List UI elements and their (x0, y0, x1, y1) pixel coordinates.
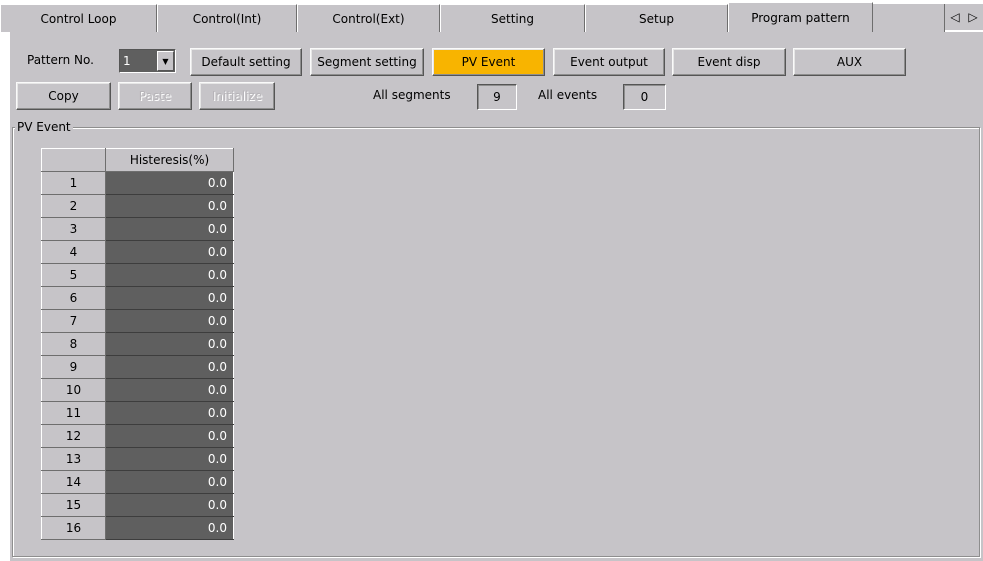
triangle-right-icon[interactable]: ▷ (965, 8, 981, 26)
histeresis-value-cell[interactable]: 0.0 (105, 217, 234, 241)
paste-label: Paste (138, 89, 172, 103)
all-segments-label: All segments (373, 88, 451, 102)
event-disp-button[interactable]: Event disp (672, 48, 786, 76)
row-number: 8 (41, 332, 106, 356)
histeresis-value-cell[interactable]: 0.0 (105, 240, 234, 264)
tab-control-int[interactable]: Control(Int) (157, 4, 297, 32)
segment-setting-button[interactable]: Segment setting (310, 48, 424, 76)
histeresis-value-cell[interactable]: 0.0 (105, 309, 234, 333)
histeresis-value-cell[interactable]: 0.0 (105, 470, 234, 494)
row-number: 6 (41, 286, 106, 310)
initialize-button[interactable]: Initialize (199, 82, 275, 110)
histeresis-value-cell[interactable]: 0.0 (105, 286, 234, 310)
row-number: 16 (41, 516, 106, 540)
histeresis-value-cell[interactable]: 0.0 (105, 171, 234, 195)
triangle-left-icon[interactable]: ◁ (947, 8, 963, 26)
histeresis-value-cell[interactable]: 0.0 (105, 263, 234, 287)
pattern-no-select[interactable]: 1 ▼ (119, 49, 176, 73)
row-number: 7 (41, 309, 106, 333)
pattern-no-value: 1 (123, 54, 131, 68)
histeresis-table: Histeresis(%) 1 0.0 2 0.0 3 0.0 4 0.0 5 0.0 6 0.0 7 0… (41, 148, 234, 540)
row-number: 3 (41, 217, 106, 241)
tab-setup[interactable]: Setup (585, 4, 728, 32)
chevron-down-icon[interactable]: ▼ (157, 51, 174, 71)
tab-strip-filler (873, 4, 945, 32)
all-events-label: All events (538, 88, 598, 102)
histeresis-table-body: 1 0.0 2 0.0 3 0.0 4 0.0 5 0.0 6 0.0 7 0.0 8 0.0 9 0.0 10 0.… (41, 171, 234, 540)
table-row: 12 0.0 (41, 424, 234, 448)
copy-button[interactable]: Copy (16, 82, 111, 110)
histeresis-value-cell[interactable]: 0.0 (105, 447, 234, 471)
paste-button[interactable]: Paste (118, 82, 192, 110)
tab-control-ext[interactable]: Control(Ext) (297, 4, 440, 32)
event-output-button[interactable]: Event output (553, 48, 665, 76)
initialize-label: Initialize (211, 89, 263, 103)
row-number: 10 (41, 378, 106, 402)
table-corner (41, 148, 106, 172)
all-events-value: 0 (623, 84, 666, 110)
row-number: 4 (41, 240, 106, 264)
table-row: 1 0.0 (41, 171, 234, 195)
row-number: 5 (41, 263, 106, 287)
table-row: 14 0.0 (41, 470, 234, 494)
row-number: 2 (41, 194, 106, 218)
pv-event-group: PV Event Histeresis(%) 1 0.0 2 0.0 3 0.0 4 0.0 5… (12, 120, 980, 557)
aux-button[interactable]: AUX (793, 48, 906, 76)
table-row: 3 0.0 (41, 217, 234, 241)
histeresis-value-cell[interactable]: 0.0 (105, 332, 234, 356)
tab-program-pattern[interactable]: Program pattern (728, 2, 873, 32)
row-number: 1 (41, 171, 106, 195)
table-row: 7 0.0 (41, 309, 234, 333)
row-number: 15 (41, 493, 106, 517)
row-number: 14 (41, 470, 106, 494)
row-number: 13 (41, 447, 106, 471)
table-row: 5 0.0 (41, 263, 234, 287)
table-row: 10 0.0 (41, 378, 234, 402)
pv-event-group-title: PV Event (15, 120, 73, 134)
table-row: 15 0.0 (41, 493, 234, 517)
table-row: 9 0.0 (41, 355, 234, 379)
table-row: 16 0.0 (41, 516, 234, 540)
tab-control-loop[interactable]: Control Loop (0, 4, 157, 32)
default-setting-button[interactable]: Default setting (190, 48, 302, 76)
histeresis-value-cell[interactable]: 0.0 (105, 401, 234, 425)
row-number: 12 (41, 424, 106, 448)
tab-strip: Control Loop Control(Int) Control(Ext) S… (0, 0, 983, 32)
table-row: 6 0.0 (41, 286, 234, 310)
histeresis-column-header: Histeresis(%) (105, 148, 234, 172)
histeresis-value-cell[interactable]: 0.0 (105, 516, 234, 540)
pattern-no-label: Pattern No. (27, 53, 94, 67)
pv-event-button[interactable]: PV Event (432, 48, 545, 76)
tab-setting[interactable]: Setting (440, 4, 585, 32)
table-row: 11 0.0 (41, 401, 234, 425)
row-number: 11 (41, 401, 106, 425)
row-number: 9 (41, 355, 106, 379)
table-row: 2 0.0 (41, 194, 234, 218)
histeresis-value-cell[interactable]: 0.0 (105, 194, 234, 218)
histeresis-value-cell[interactable]: 0.0 (105, 378, 234, 402)
histeresis-value-cell[interactable]: 0.0 (105, 493, 234, 517)
histeresis-value-cell[interactable]: 0.0 (105, 355, 234, 379)
all-segments-value: 9 (477, 84, 517, 110)
program-pattern-panel: Pattern No. 1 ▼ Default setting Segment … (8, 32, 983, 561)
table-row: 4 0.0 (41, 240, 234, 264)
histeresis-value-cell[interactable]: 0.0 (105, 424, 234, 448)
tab-scroll-arrows: ◁ ▷ (945, 4, 983, 30)
table-row: 8 0.0 (41, 332, 234, 356)
table-row: 13 0.0 (41, 447, 234, 471)
